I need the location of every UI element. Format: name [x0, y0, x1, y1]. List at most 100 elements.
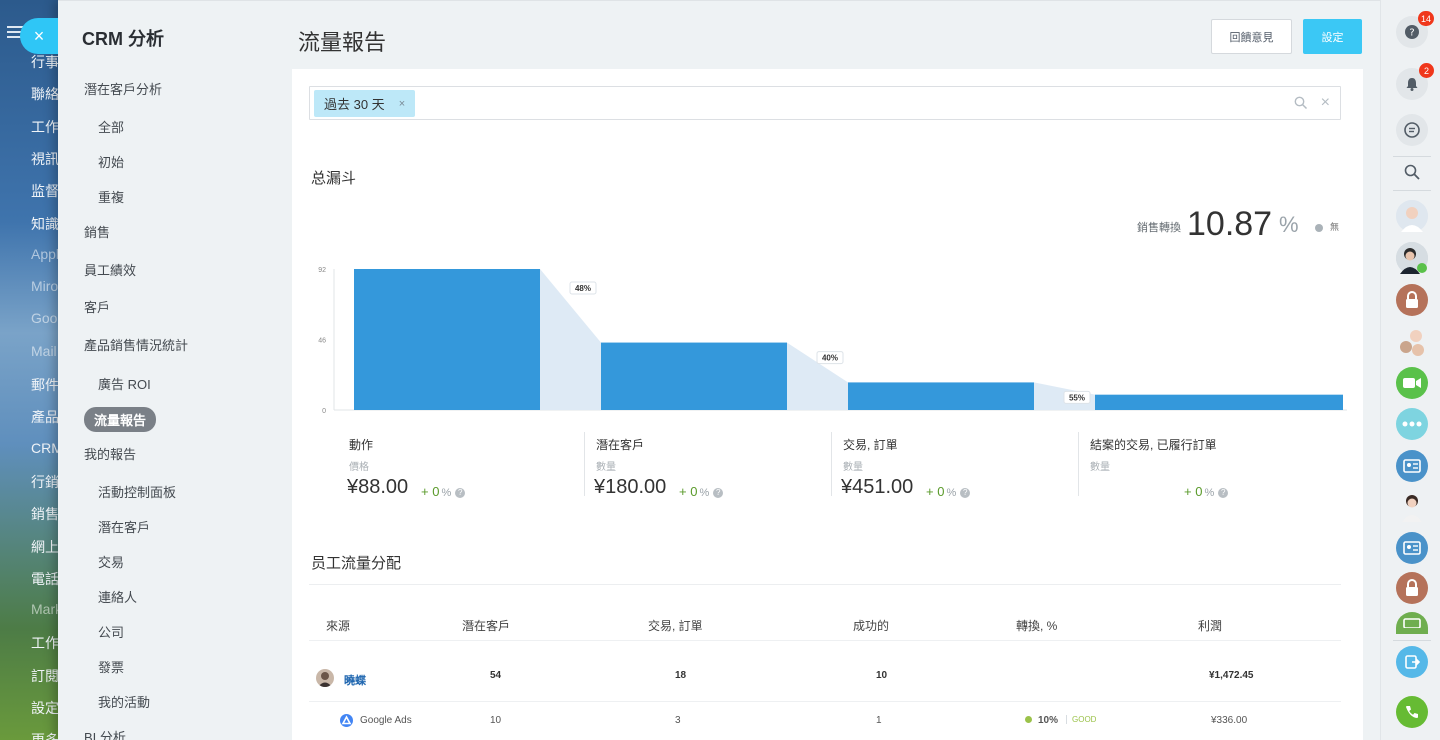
menu-item[interactable]: 潛在客戶 — [98, 517, 150, 536]
crm-chat-button[interactable] — [1396, 450, 1428, 482]
help-icon[interactable]: ? — [455, 488, 466, 498]
menu-item[interactable]: 交易 — [98, 552, 124, 571]
cell-profit: ¥336.00 — [1211, 715, 1248, 726]
background-nav-item[interactable]: 郵件 — [31, 375, 59, 395]
background-nav-item[interactable]: 工作 — [31, 633, 59, 653]
background-nav-item[interactable]: 設定 — [31, 698, 59, 718]
right-toolbar: ? 14 2 — [1380, 0, 1440, 740]
video-call-button[interactable] — [1396, 367, 1428, 399]
google-ads-icon — [340, 714, 353, 727]
locked-chat-button[interactable] — [1396, 572, 1428, 604]
phone-icon — [1406, 706, 1418, 718]
page-title: 流量報告 — [298, 30, 387, 55]
funnel-stage-stat: 動作 價格 ¥88.00 + 0%? — [337, 424, 582, 499]
menu-item[interactable]: 重複 — [98, 187, 124, 206]
help-button[interactable]: ? 14 — [1396, 11, 1434, 48]
background-nav-item[interactable]: CRM — [31, 440, 59, 456]
background-nav-item[interactable]: 網上 — [31, 537, 59, 557]
settings-button[interactable]: 設定 — [1303, 19, 1362, 54]
avatar[interactable] — [1396, 242, 1428, 274]
filter-chip-last-30-days[interactable]: 過去 30 天 × — [314, 90, 416, 117]
column-header[interactable]: 交易, 訂單 — [648, 617, 703, 634]
chat-icon — [1404, 122, 1420, 138]
background-nav-item[interactable]: 行銷 — [31, 472, 59, 492]
background-nav-item[interactable]: Miro — [31, 278, 59, 294]
column-header[interactable]: 利潤 — [1198, 617, 1222, 634]
clear-filter-icon[interactable]: × — [1321, 94, 1330, 112]
divider — [309, 640, 1341, 641]
menu-item[interactable]: 流量報告 — [84, 407, 157, 432]
employee-name-link[interactable]: 曉蝶 — [344, 672, 366, 688]
background-nav-item[interactable]: Mark — [31, 601, 59, 617]
notification-count-badge: 2 — [1419, 63, 1434, 78]
menu-item[interactable]: 我的報告 — [84, 444, 136, 463]
chip-remove-icon[interactable]: × — [399, 98, 405, 110]
menu-item[interactable]: 員工績效 — [84, 260, 136, 279]
background-nav-item[interactable]: 產品 — [31, 407, 59, 427]
menu-item[interactable]: 活動控制面板 — [98, 482, 176, 501]
menu-item[interactable]: 全部 — [98, 117, 124, 136]
avatar[interactable] — [1396, 490, 1428, 522]
feedback-button[interactable]: 回饋意見 — [1211, 19, 1292, 54]
search-icon[interactable] — [1294, 96, 1308, 110]
locked-chat-button[interactable] — [1396, 284, 1428, 316]
group-avatar[interactable] — [1396, 326, 1428, 358]
menu-item[interactable]: BI 分析 — [84, 727, 126, 740]
open-channels-button[interactable] — [1396, 408, 1428, 440]
menu-item[interactable]: 潛在客戶分析 — [84, 79, 162, 98]
background-nav-item[interactable]: Appl — [31, 246, 59, 262]
change-unit: % — [699, 487, 710, 499]
chat-button[interactable] — [1396, 114, 1428, 146]
lock-icon — [1406, 291, 1418, 308]
conversion-label: 銷售轉換 — [1137, 222, 1181, 234]
svg-text:?: ? — [1409, 28, 1414, 39]
column-header[interactable]: 成功的 — [853, 617, 889, 634]
background-nav-item[interactable]: 更多 — [31, 730, 59, 740]
avatar[interactable] — [1396, 200, 1428, 232]
transfer-button[interactable] — [1396, 646, 1428, 678]
phone-button[interactable] — [1396, 696, 1428, 728]
conversion-rate-label: 55% — [1063, 390, 1091, 404]
search-button[interactable] — [1396, 156, 1428, 188]
avatar[interactable] — [316, 669, 334, 687]
background-nav-item[interactable]: 訂閱 — [31, 666, 59, 686]
conversion-percent: % — [1279, 212, 1299, 237]
column-header[interactable]: 來源 — [326, 617, 350, 634]
notification-count-badge: 14 — [1417, 11, 1434, 26]
close-slider-button[interactable]: × — [20, 18, 58, 54]
menu-item[interactable]: 廣告 ROI — [98, 374, 151, 393]
menu-item[interactable]: 我的活動 — [98, 692, 150, 711]
column-header[interactable]: 潛在客戶 — [462, 617, 510, 634]
menu-item[interactable]: 發票 — [98, 657, 124, 676]
cell-leads: 54 — [490, 670, 502, 681]
background-nav-item[interactable]: 工作 — [31, 117, 59, 137]
crm-chat-button[interactable] — [1396, 532, 1428, 564]
funnel-bar — [354, 269, 540, 410]
help-icon[interactable]: ? — [713, 488, 724, 498]
rating-label: GOOD — [1072, 715, 1097, 724]
menu-item[interactable]: 公司 — [98, 622, 124, 641]
background-nav-item[interactable]: 視訊 — [31, 149, 59, 169]
background-nav-item[interactable]: 銷售 — [31, 504, 59, 524]
menu-item[interactable]: 初始 — [98, 152, 124, 171]
help-icon[interactable]: ? — [1218, 488, 1229, 498]
background-nav-item[interactable]: 聯絡 — [31, 84, 59, 104]
menu-item[interactable]: 銷售 — [84, 222, 110, 241]
background-nav-item[interactable]: Mail — [31, 343, 59, 359]
help-icon[interactable]: ? — [960, 488, 971, 498]
divider — [1393, 640, 1431, 641]
background-nav-item[interactable]: 電話 — [31, 569, 59, 589]
background-nav-item[interactable]: 监督 — [31, 181, 59, 201]
filter-input[interactable]: 過去 30 天 × × — [309, 86, 1341, 120]
crm-chat-button[interactable] — [1396, 612, 1428, 634]
notifications-button[interactable]: 2 — [1396, 63, 1434, 100]
stage-value: ¥451.00 — [841, 476, 914, 498]
menu-item[interactable]: 連絡人 — [98, 587, 137, 606]
background-nav-item[interactable]: Goog — [31, 310, 59, 326]
background-nav-item[interactable]: 行事 — [31, 52, 59, 72]
column-header[interactable]: 轉換, % — [1016, 617, 1057, 634]
crm-card-icon — [1403, 541, 1421, 555]
menu-item[interactable]: 產品銷售情況統計 — [84, 335, 188, 354]
background-nav-item[interactable]: 知識 — [31, 214, 59, 234]
menu-item[interactable]: 客戶 — [84, 297, 110, 316]
